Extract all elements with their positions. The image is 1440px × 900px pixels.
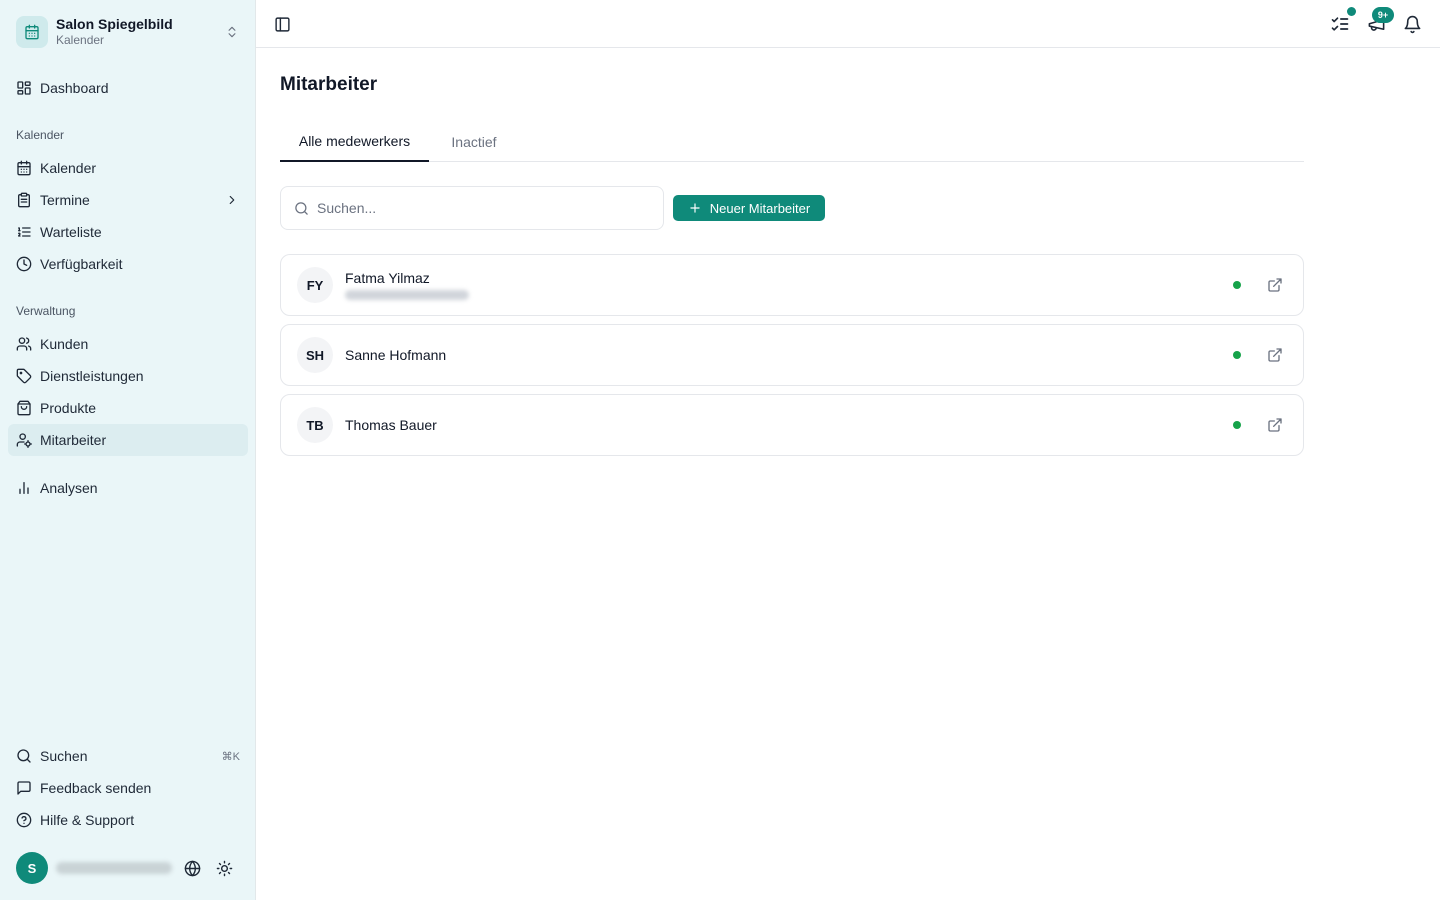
external-link-icon[interactable]: [1263, 413, 1287, 437]
list-checks-icon[interactable]: [1328, 12, 1352, 36]
external-link-icon[interactable]: [1263, 273, 1287, 297]
sidebar-toggle-icon[interactable]: [272, 14, 292, 34]
help-circle-icon: [16, 812, 32, 828]
sidebar-item-label: Warteliste: [40, 224, 102, 240]
calendar-icon: [16, 16, 48, 48]
sidebar-item-label: Dashboard: [40, 80, 109, 96]
sidebar-item-mitarbeiter[interactable]: Mitarbeiter: [8, 424, 248, 456]
search-icon: [16, 748, 32, 764]
chevron-right-icon: [224, 192, 240, 208]
employee-name: Thomas Bauer: [345, 417, 437, 433]
workspace-switcher[interactable]: Salon Spiegelbild Kalender: [8, 8, 248, 56]
chevrons-up-down-icon: [224, 24, 240, 40]
status-active-dot: [1233, 421, 1241, 429]
avatar: TB: [297, 407, 333, 443]
sidebar-item-label: Produkte: [40, 400, 97, 416]
sidebar-item-produkte[interactable]: Produkte: [8, 392, 248, 424]
sidebar-item-label: Kunden: [40, 336, 89, 352]
employee-name: Sanne Hofmann: [345, 347, 447, 363]
status-active-dot: [1233, 351, 1241, 359]
clock-icon: [16, 256, 32, 272]
sidebar-item-verfuegbarkeit[interactable]: Verfügbarkeit: [8, 248, 248, 280]
status-active-dot: [1233, 281, 1241, 289]
search-field[interactable]: [280, 186, 664, 230]
tabs: Alle medewerkers Inactief: [280, 122, 1304, 162]
globe-icon[interactable]: [176, 852, 208, 884]
message-square-icon: [16, 780, 32, 796]
bar-chart-icon: [16, 480, 32, 496]
users-icon: [16, 336, 32, 352]
tab-inactief[interactable]: Inactief: [429, 122, 519, 162]
avatar: SH: [297, 337, 333, 373]
sidebar-item-dashboard[interactable]: Dashboard: [8, 72, 248, 104]
avatar[interactable]: S: [16, 852, 48, 884]
sidebar-item-label: Suchen: [40, 748, 88, 764]
keyboard-shortcut: ⌘K: [221, 750, 240, 763]
calendar-icon: [16, 160, 32, 176]
employee-email-redacted: [345, 290, 469, 300]
user-email-redacted: [56, 862, 172, 874]
page-title: Mitarbeiter: [280, 74, 378, 95]
sidebar-item-label: Analysen: [40, 480, 98, 496]
sidebar-item-label: Verfügbarkeit: [40, 256, 123, 272]
sidebar: Salon Spiegelbild Kalender Dashboard Kal…: [0, 0, 256, 900]
list-ordered-icon: [16, 224, 32, 240]
plus-icon: [688, 201, 702, 215]
external-link-icon[interactable]: [1263, 343, 1287, 367]
section-label-verwaltung: Verwaltung: [16, 304, 76, 318]
sidebar-item-label: Feedback senden: [40, 780, 152, 796]
tag-icon: [16, 368, 32, 384]
new-employee-button[interactable]: Neuer Mitarbeiter: [673, 195, 825, 221]
tab-alle-medewerkers[interactable]: Alle medewerkers: [280, 122, 429, 162]
sidebar-item-label: Dienstleistungen: [40, 368, 144, 384]
employee-card[interactable]: FY Fatma Yilmaz: [280, 254, 1304, 316]
workspace-name: Salon Spiegelbild: [56, 16, 173, 32]
workspace-subtitle: Kalender: [56, 33, 105, 47]
user-menu[interactable]: S: [8, 848, 248, 888]
sidebar-item-label: Kalender: [40, 160, 97, 176]
avatar: FY: [297, 267, 333, 303]
search-icon: [293, 200, 309, 216]
sidebar-item-kalender[interactable]: Kalender: [8, 152, 248, 184]
sidebar-item-kunden[interactable]: Kunden: [8, 328, 248, 360]
search-input[interactable]: [317, 200, 651, 216]
sidebar-item-label: Termine: [40, 192, 90, 208]
sidebar-item-label: Mitarbeiter: [40, 432, 107, 448]
sidebar-item-dienstleistungen[interactable]: Dienstleistungen: [8, 360, 248, 392]
clipboard-icon: [16, 192, 32, 208]
topbar: 9+: [256, 0, 1440, 48]
dashboard-icon: [16, 80, 32, 96]
user-cog-icon: [16, 432, 32, 448]
sidebar-item-warteliste[interactable]: Warteliste: [8, 216, 248, 248]
sidebar-item-termine[interactable]: Termine: [8, 184, 248, 216]
sidebar-item-suchen[interactable]: Suchen ⌘K: [8, 740, 248, 772]
new-employee-button-label: Neuer Mitarbeiter: [709, 200, 811, 216]
sidebar-item-analysen[interactable]: Analysen: [8, 472, 248, 504]
employee-name: Fatma Yilmaz: [345, 270, 430, 286]
sidebar-item-feedback[interactable]: Feedback senden: [8, 772, 248, 804]
section-label-kalender: Kalender: [16, 128, 65, 142]
employee-card[interactable]: TB Thomas Bauer: [280, 394, 1304, 456]
bell-icon[interactable]: [1400, 12, 1424, 36]
shopping-bag-icon: [16, 400, 32, 416]
tasks-indicator-dot: [1347, 7, 1356, 16]
sun-icon[interactable]: [208, 852, 240, 884]
employee-card[interactable]: SH Sanne Hofmann: [280, 324, 1304, 386]
sidebar-item-hilfe[interactable]: Hilfe & Support: [8, 804, 248, 836]
notification-count-badge: 9+: [1372, 7, 1394, 23]
sidebar-item-label: Hilfe & Support: [40, 812, 135, 828]
